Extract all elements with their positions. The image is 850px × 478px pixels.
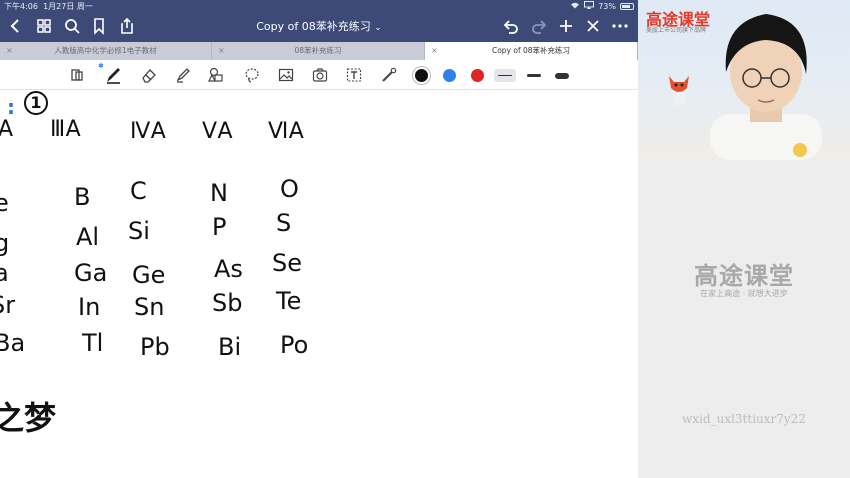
element-label: Sr <box>0 291 16 319</box>
status-date: 1月27日 周一 <box>43 2 93 11</box>
element-label: In <box>78 293 101 321</box>
drawing-toolbar: ✱ <box>0 60 638 90</box>
element-label: Se <box>272 249 302 277</box>
bookmark-icon[interactable] <box>89 16 109 36</box>
redo-icon[interactable] <box>529 16 549 36</box>
element-label: B <box>74 183 91 211</box>
element-label: g <box>0 229 10 257</box>
tab-label: 08苯补充练习 <box>294 46 342 55</box>
group-header: ⅣA <box>130 119 167 144</box>
teacher-video: 高途课堂 美股上市公司旗下品牌 <box>638 0 850 160</box>
wifi-icon <box>570 1 580 11</box>
line-width-thick[interactable] <box>551 69 573 82</box>
element-label: Ga <box>74 259 108 287</box>
goodnotes-app: 下午4:06 1月27日 周一 73% Copy of 08苯补充练习 ⌄ × … <box>0 0 638 478</box>
element-label: S <box>276 209 292 237</box>
document-tabs: × 人教版高中化学必修1电子教材 × 08苯补充练习 × Copy of 08苯… <box>0 42 638 60</box>
tab-close-icon[interactable]: × <box>6 42 13 60</box>
camera-icon[interactable] <box>311 66 329 84</box>
element-label: Te <box>276 287 302 315</box>
element-label: Ge <box>132 261 166 289</box>
video-side-panel: 高途课堂 美股上市公司旗下品牌 高途课堂 在家上高途 · 就想大进步 wxid_… <box>638 0 850 478</box>
document-title[interactable]: Copy of 08苯补充练习 <box>256 20 371 33</box>
image-icon[interactable] <box>277 66 295 84</box>
shapes-icon[interactable] <box>207 66 225 84</box>
line-width-medium[interactable] <box>523 69 545 82</box>
add-page-icon[interactable] <box>556 16 576 36</box>
tab-label: 人教版高中化学必修1电子教材 <box>54 46 157 55</box>
tab-copy-benzene-practice[interactable]: × Copy of 08苯补充练习 <box>425 42 638 60</box>
status-time-date: 下午4:06 1月27日 周一 <box>4 1 93 12</box>
circled-number: 1 <box>24 91 48 115</box>
color-blue-swatch[interactable] <box>443 69 456 82</box>
element-label: Si <box>128 217 150 245</box>
element-label: N <box>210 179 228 207</box>
line-width-thin[interactable] <box>494 69 516 82</box>
status-indicators: 73% <box>570 1 634 11</box>
color-red-swatch[interactable] <box>471 69 484 82</box>
handwritten-colon: : <box>7 95 15 119</box>
more-options-icon[interactable] <box>610 16 630 36</box>
close-editing-icon[interactable] <box>583 16 603 36</box>
element-label: Sb <box>212 289 243 317</box>
user-watermark: wxid_uxl3ttiuxr7y22 <box>682 412 806 426</box>
element-label: C <box>130 177 147 205</box>
element-label: Al <box>76 223 100 251</box>
tab-benzene-practice[interactable]: × 08苯补充练习 <box>212 42 425 60</box>
grid-view-icon[interactable] <box>34 16 54 36</box>
element-label: P <box>212 213 227 241</box>
title-chevron-icon[interactable]: ⌄ <box>374 23 382 33</box>
tab-close-icon[interactable]: × <box>218 42 225 60</box>
app-header: 下午4:06 1月27日 周一 73% Copy of 08苯补充练习 ⌄ <box>0 0 638 42</box>
brand-logo: 高途课堂 <box>694 262 794 290</box>
battery-icon <box>620 2 634 10</box>
share-icon[interactable] <box>117 16 137 36</box>
teacher-figure <box>710 14 822 160</box>
brand-slogan: 在家上高途 · 就想大进步 <box>700 289 788 298</box>
element-label: e <box>0 189 9 217</box>
pen-icon[interactable]: ✱ <box>98 62 122 84</box>
element-label: Ba <box>0 329 26 357</box>
search-icon[interactable] <box>62 16 82 36</box>
text-box-icon[interactable] <box>345 66 363 84</box>
element-label: Tl <box>82 329 104 357</box>
element-label: Pb <box>140 333 170 361</box>
status-time: 下午4:06 <box>4 2 38 11</box>
element-label: Sn <box>134 293 165 321</box>
tab-label: Copy of 08苯补充练习 <box>491 46 571 55</box>
element-label: O <box>280 175 299 203</box>
element-label: a <box>0 259 9 287</box>
group-header: ⅢA <box>50 117 82 142</box>
battery-percent: 73% <box>598 1 616 11</box>
back-chevron-icon[interactable] <box>6 16 26 36</box>
element-label: Po <box>280 331 309 359</box>
handwritten-brand-text: 之梦 <box>0 399 57 437</box>
highlighter-icon[interactable] <box>174 66 192 84</box>
bluetooth-icon: ✱ <box>98 62 104 70</box>
fox-mascot-icon <box>669 76 689 106</box>
group-header: ⅤA <box>202 119 234 144</box>
color-black-swatch[interactable] <box>412 66 431 85</box>
tab-close-icon[interactable]: × <box>431 42 438 60</box>
group-header: A <box>0 117 14 142</box>
lasso-select-icon[interactable] <box>68 66 86 84</box>
element-label: Bi <box>218 333 242 361</box>
screen-mirror-icon <box>584 1 595 11</box>
undo-icon[interactable] <box>501 16 521 36</box>
eraser-icon[interactable] <box>140 66 158 84</box>
lasso-icon[interactable] <box>243 66 261 84</box>
element-label: As <box>214 255 243 283</box>
tab-textbook[interactable]: × 人教版高中化学必修1电子教材 <box>0 42 212 60</box>
laser-pointer-icon[interactable] <box>380 66 398 84</box>
note-canvas[interactable]: : 1 A ⅢA ⅣA ⅤA ⅥA e B C N O g Al Si P S … <box>0 91 638 478</box>
group-header: ⅥA <box>268 119 305 144</box>
